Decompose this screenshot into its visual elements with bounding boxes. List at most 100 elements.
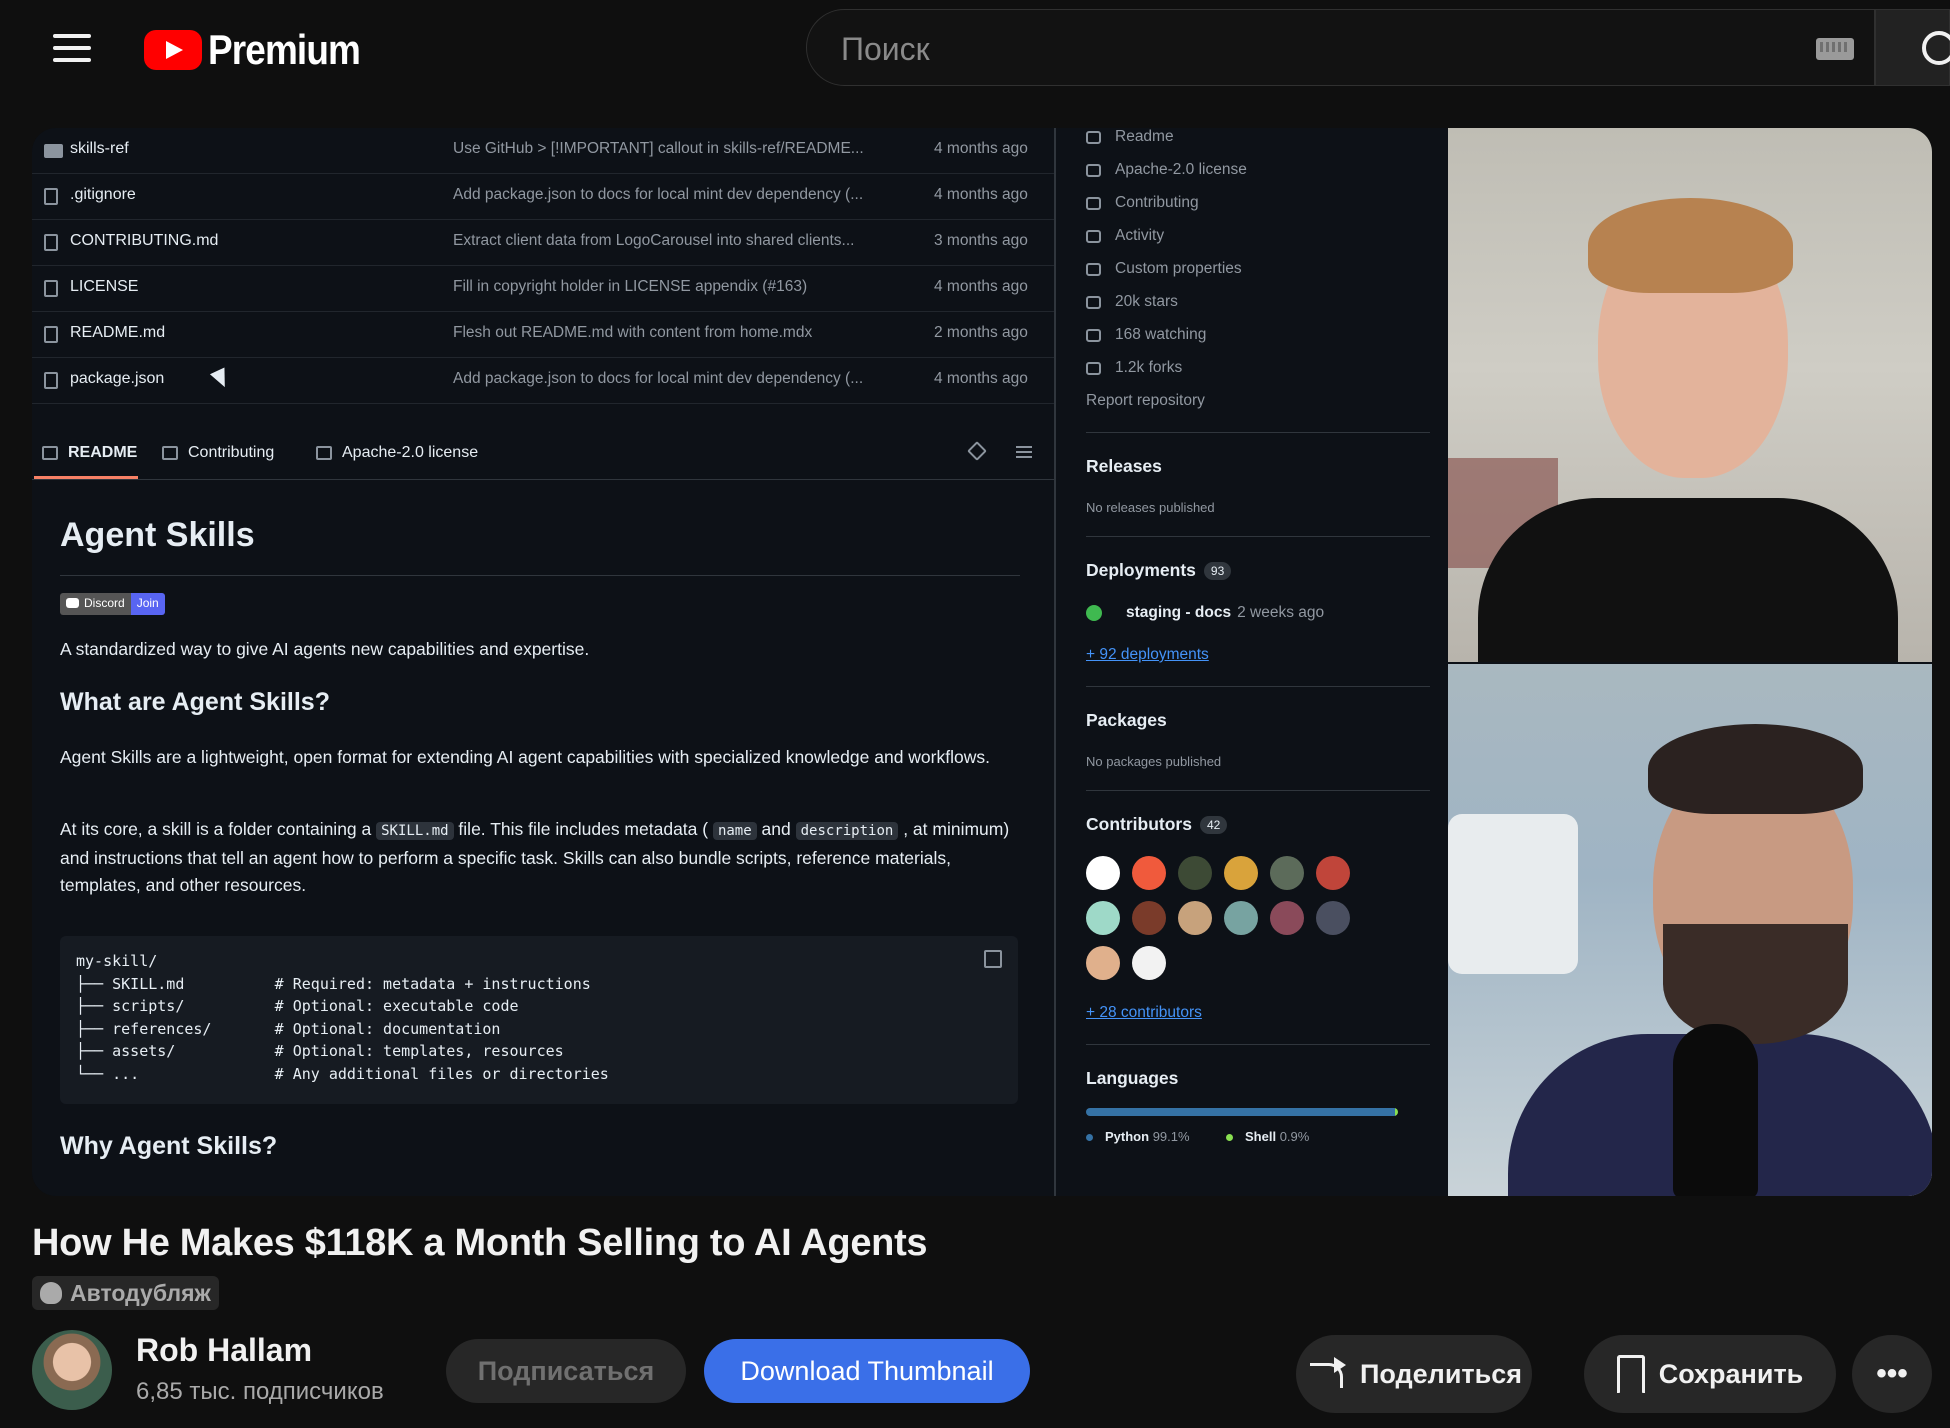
- divider: [1086, 790, 1430, 791]
- bookmark-icon: [1616, 1355, 1645, 1395]
- menu-icon[interactable]: [46, 26, 98, 70]
- book-icon: [1086, 130, 1101, 144]
- file-row[interactable]: skills-ref Use GitHub > [!IMPORTANT] cal…: [32, 128, 1054, 174]
- contributor-avatar[interactable]: [1086, 856, 1120, 890]
- contributor-avatar[interactable]: [1132, 901, 1166, 935]
- sidebar-link-activity[interactable]: Activity: [1086, 227, 1164, 245]
- sidebar-link-contributing[interactable]: Contributing: [1086, 194, 1199, 212]
- tab-readme[interactable]: README: [42, 444, 137, 462]
- readme-paragraph: Agent Skills are a lightweight, open for…: [60, 747, 990, 767]
- subscribe-button[interactable]: Подписаться: [446, 1339, 686, 1403]
- code-block: my-skill/ ├── SKILL.md # Required: metad…: [60, 936, 1018, 1104]
- file-row[interactable]: package.json Add package.json to docs fo…: [32, 358, 1054, 404]
- divider: [1086, 1044, 1430, 1045]
- save-button[interactable]: Сохранить: [1584, 1335, 1836, 1413]
- deployments-title[interactable]: Deployments 93: [1086, 560, 1232, 581]
- discord-badge[interactable]: Discord Join: [60, 593, 165, 615]
- copy-icon[interactable]: [984, 950, 1002, 968]
- sidebar-link-readme[interactable]: Readme: [1086, 128, 1174, 146]
- auto-dub-badge[interactable]: Автодубляж: [32, 1276, 219, 1310]
- video-player[interactable]: skills-ref Use GitHub > [!IMPORTANT] cal…: [32, 128, 1932, 1196]
- contributor-avatar[interactable]: [1316, 856, 1350, 890]
- contributor-avatar[interactable]: [1316, 901, 1350, 935]
- tab-license[interactable]: Apache-2.0 license: [316, 444, 478, 462]
- sidebar-link-report[interactable]: Report repository: [1086, 392, 1205, 410]
- language-shell[interactable]: Shell 0.9%: [1226, 1129, 1309, 1144]
- pencil-icon[interactable]: [967, 441, 987, 461]
- contributors-title[interactable]: Contributors 42: [1086, 814, 1228, 835]
- person-beard: [1663, 924, 1848, 1044]
- commit-message: Flesh out README.md with content from ho…: [453, 324, 813, 341]
- commit-message: Add package.json to docs for local mint …: [453, 370, 864, 387]
- file-name: README.md: [70, 324, 166, 341]
- file-row[interactable]: CONTRIBUTING.md Extract client data from…: [32, 220, 1054, 266]
- folder-icon: [44, 144, 63, 158]
- language-python[interactable]: Python 99.1%: [1086, 1129, 1190, 1144]
- repo-sidebar: Readme Apache-2.0 license Contributing A…: [1054, 128, 1448, 1196]
- contributor-avatar[interactable]: [1132, 946, 1166, 980]
- readme-intro: A standardized way to give AI agents new…: [60, 639, 590, 659]
- file-name: .gitignore: [70, 186, 136, 203]
- webcam-host: [1448, 128, 1932, 662]
- people-icon: [162, 446, 178, 460]
- share-button[interactable]: Поделиться: [1296, 1335, 1532, 1413]
- contributor-avatar[interactable]: [1132, 856, 1166, 890]
- file-name: skills-ref: [70, 140, 129, 157]
- contributor-avatar[interactable]: [1086, 946, 1120, 980]
- sidebar-link-forks[interactable]: 1.2k forks: [1086, 359, 1182, 377]
- sidebar-link-watching[interactable]: 168 watching: [1086, 326, 1206, 344]
- contributor-avatar[interactable]: [1270, 901, 1304, 935]
- search-box: [806, 9, 1875, 86]
- active-tab-indicator: [34, 476, 138, 479]
- github-repo-view: skills-ref Use GitHub > [!IMPORTANT] cal…: [32, 128, 1054, 1196]
- outline-list-icon[interactable]: [1016, 446, 1032, 458]
- releases-title[interactable]: Releases: [1086, 456, 1162, 477]
- search-button[interactable]: [1875, 9, 1950, 86]
- more-contributors-link[interactable]: + 28 contributors: [1086, 1004, 1202, 1022]
- tab-contributing[interactable]: Contributing: [162, 444, 274, 462]
- logo-text: Premium: [208, 26, 361, 73]
- file-icon: [44, 234, 58, 251]
- channel-name[interactable]: Rob Hallam: [136, 1332, 312, 1369]
- code-text: my-skill/ ├── SKILL.md # Required: metad…: [76, 952, 609, 1083]
- file-icon: [44, 280, 58, 297]
- file-row[interactable]: LICENSE Fill in copyright holder in LICE…: [32, 266, 1054, 312]
- file-icon: [44, 326, 58, 343]
- sidebar-link-stars[interactable]: 20k stars: [1086, 293, 1178, 311]
- contributor-avatar[interactable]: [1178, 856, 1212, 890]
- file-icon: [44, 372, 58, 389]
- file-row[interactable]: .gitignore Add package.json to docs for …: [32, 174, 1054, 220]
- more-actions-button[interactable]: •••: [1852, 1335, 1932, 1413]
- commit-time: 4 months ago: [934, 186, 1028, 203]
- channel-avatar[interactable]: [32, 1330, 112, 1410]
- more-deployments-link[interactable]: + 92 deployments: [1086, 646, 1209, 664]
- contributor-avatar[interactable]: [1224, 856, 1258, 890]
- search-icon: [1922, 31, 1950, 65]
- mouse-cursor-icon: [209, 367, 233, 391]
- file-row[interactable]: README.md Flesh out README.md with conte…: [32, 312, 1054, 358]
- deployment-item[interactable]: staging - docs 2 weeks ago: [1086, 604, 1324, 622]
- divider: [1086, 686, 1430, 687]
- youtube-premium-logo[interactable]: Premium: [144, 22, 381, 78]
- releases-text: No releases published: [1086, 500, 1215, 515]
- keyboard-icon[interactable]: [1816, 38, 1854, 60]
- packages-title[interactable]: Packages: [1086, 710, 1167, 731]
- subscriber-count: 6,85 тыс. подписчиков: [136, 1378, 384, 1405]
- sidebar-link-custom-properties[interactable]: Custom properties: [1086, 260, 1242, 278]
- contributor-avatar[interactable]: [1086, 901, 1120, 935]
- note-icon: [1086, 262, 1101, 276]
- person-hair: [1648, 724, 1863, 814]
- download-thumbnail-button[interactable]: Download Thumbnail: [704, 1339, 1030, 1403]
- search-input[interactable]: [839, 24, 1743, 74]
- contributor-avatar[interactable]: [1224, 901, 1258, 935]
- star-icon: [1086, 295, 1101, 309]
- file-name: LICENSE: [70, 278, 139, 295]
- contributor-avatar[interactable]: [1178, 901, 1212, 935]
- file-name: package.json: [70, 370, 165, 387]
- sidebar-link-license[interactable]: Apache-2.0 license: [1086, 161, 1247, 179]
- divider: [1086, 432, 1430, 433]
- contributor-avatar[interactable]: [1270, 856, 1304, 890]
- readme-heading-what: What are Agent Skills?: [60, 688, 330, 716]
- scale-icon: [1086, 163, 1101, 177]
- background-pillow: [1448, 814, 1578, 974]
